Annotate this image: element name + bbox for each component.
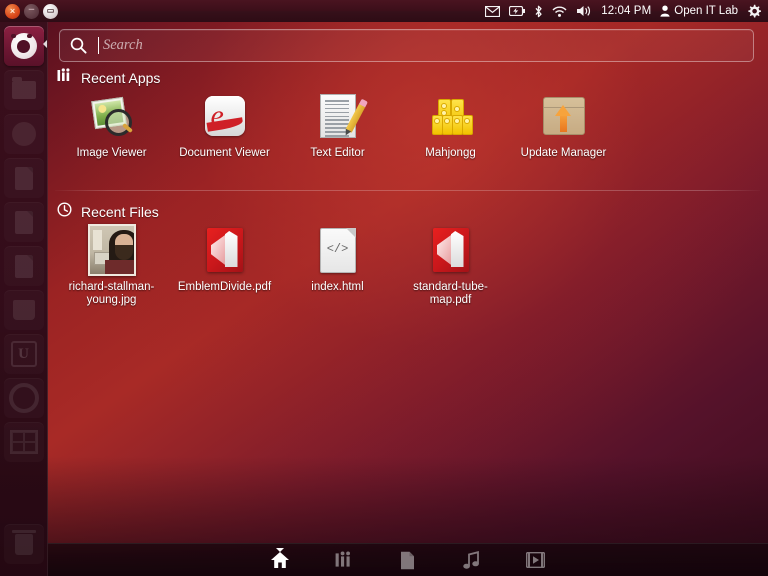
result-label: index.html xyxy=(311,281,364,293)
launcher-item-libreoffice-calc[interactable] xyxy=(4,202,44,242)
result-document-viewer[interactable]: e Document Viewer xyxy=(168,92,281,160)
trash-icon xyxy=(11,529,36,555)
text-editor-icon xyxy=(314,92,366,140)
launcher-item-dash-home[interactable] xyxy=(3,26,44,66)
result-label: Update Manager xyxy=(520,147,607,159)
home-icon xyxy=(270,552,289,568)
mahjongg-icon xyxy=(427,92,475,140)
close-icon: × xyxy=(9,5,16,16)
music-note-icon xyxy=(463,551,479,569)
settings-gear-icon xyxy=(8,383,39,413)
result-file-index-html[interactable]: </> index.html xyxy=(281,226,394,307)
lens-video[interactable] xyxy=(525,549,547,571)
lens-home[interactable] xyxy=(269,548,291,571)
result-text-editor[interactable]: Text Editor xyxy=(281,92,394,160)
search-placeholder: Search xyxy=(103,37,143,53)
firefox-icon xyxy=(11,122,36,146)
recent-apps-grid: Image Viewer e Document Viewer Text Edit… xyxy=(55,92,760,160)
software-bag-icon xyxy=(12,300,35,320)
calc-spreadsheet-icon xyxy=(14,210,33,234)
html-file-icon: </> xyxy=(314,226,362,274)
result-file-photo[interactable]: richard-stallman-young.jpg xyxy=(55,224,168,307)
launcher-item-libreoffice-impress[interactable] xyxy=(4,246,44,286)
video-icon xyxy=(526,552,545,568)
writer-document-icon xyxy=(14,166,33,190)
group-title: Recent Files xyxy=(81,204,159,220)
launcher-item-firefox[interactable] xyxy=(4,114,44,154)
username-label: Open IT Lab xyxy=(674,5,738,17)
maximize-icon: ▭ xyxy=(46,6,55,15)
ubuntu-one-icon: U xyxy=(10,341,37,367)
result-file-emblemdivide[interactable]: EmblemDivide.pdf xyxy=(168,226,281,307)
result-update-manager[interactable]: Update Manager xyxy=(507,92,620,160)
launcher-active-arrow xyxy=(43,40,47,48)
active-lens-indicator xyxy=(275,548,284,552)
lens-applications[interactable] xyxy=(333,549,355,571)
text-cursor xyxy=(98,37,99,54)
document-viewer-icon: e xyxy=(201,92,249,140)
gear-icon[interactable] xyxy=(747,4,761,18)
result-mahjongg[interactable]: Mahjongg xyxy=(394,92,507,160)
update-manager-icon xyxy=(540,92,588,140)
lens-music[interactable] xyxy=(461,549,483,571)
group-title: Recent Apps xyxy=(81,70,161,86)
group-header-recent-files[interactable]: Recent Files xyxy=(57,202,159,222)
result-label: richard-stallman-young.jpg xyxy=(68,281,155,306)
file-icon xyxy=(401,551,414,569)
result-label: Text Editor xyxy=(310,147,365,159)
applications-icon xyxy=(335,551,350,567)
minimize-icon: − xyxy=(28,3,35,16)
user-icon xyxy=(660,5,670,17)
messaging-icon[interactable] xyxy=(485,5,501,17)
network-wifi-icon[interactable] xyxy=(552,6,567,17)
maximize-window-button[interactable]: ▭ xyxy=(43,3,58,19)
battery-icon[interactable] xyxy=(509,6,526,16)
result-label: Image Viewer xyxy=(76,147,147,159)
top-panel: × − ▭ 12:04 PM Open IT Lab xyxy=(0,0,768,22)
ubuntu-unity-desktop: × − ▭ 12:04 PM Open IT Lab U Search Rece… xyxy=(0,0,768,576)
launcher-item-software-center[interactable] xyxy=(4,290,44,330)
launcher-item-workspace-switcher[interactable] xyxy=(4,422,44,462)
result-file-tube-map[interactable]: standard-tube-map.pdf xyxy=(394,226,507,307)
launcher-item-system-settings[interactable] xyxy=(4,378,44,418)
close-window-button[interactable]: × xyxy=(5,3,20,19)
folder-icon xyxy=(11,77,36,99)
result-label: EmblemDivide.pdf xyxy=(177,281,272,293)
group-header-recent-apps[interactable]: Recent Apps xyxy=(57,68,160,88)
result-label: Document Viewer xyxy=(179,147,270,159)
lens-files[interactable] xyxy=(397,549,419,571)
launcher-item-files[interactable] xyxy=(4,70,44,110)
clock-icon xyxy=(57,202,72,222)
photo-thumbnail xyxy=(87,224,136,276)
recent-files-grid: richard-stallman-young.jpg EmblemDivide.… xyxy=(55,224,760,307)
ubuntu-logo-icon xyxy=(10,33,37,59)
launcher-item-trash[interactable] xyxy=(4,524,44,564)
session-indicator[interactable]: Open IT Lab xyxy=(660,5,738,17)
impress-presentation-icon xyxy=(14,254,33,278)
pdf-icon xyxy=(201,226,249,274)
clock-indicator[interactable]: 12:04 PM xyxy=(601,5,651,17)
minimize-window-button[interactable]: − xyxy=(24,3,39,19)
result-label: standard-tube-map.pdf xyxy=(413,281,488,306)
workspace-grid-icon xyxy=(9,430,38,454)
window-controls: × − ▭ xyxy=(0,3,58,19)
bluetooth-icon[interactable] xyxy=(534,5,543,18)
pdf-icon xyxy=(427,226,475,274)
search-icon xyxy=(70,37,87,54)
volume-icon[interactable] xyxy=(576,5,592,17)
launcher-item-libreoffice-writer[interactable] xyxy=(4,158,44,198)
image-viewer-icon xyxy=(88,92,136,140)
applications-icon xyxy=(57,68,72,88)
result-label: Mahjongg xyxy=(425,147,476,159)
dash-overlay: Search Recent Apps Image Viewer e Docume… xyxy=(47,22,768,576)
section-divider xyxy=(55,190,760,191)
lens-bar xyxy=(47,543,768,576)
search-input[interactable]: Search xyxy=(59,29,754,62)
result-image-viewer[interactable]: Image Viewer xyxy=(55,92,168,160)
launcher-item-ubuntu-one[interactable]: U xyxy=(4,334,44,374)
indicator-area: 12:04 PM Open IT Lab xyxy=(485,4,768,18)
unity-launcher: U xyxy=(0,22,48,576)
